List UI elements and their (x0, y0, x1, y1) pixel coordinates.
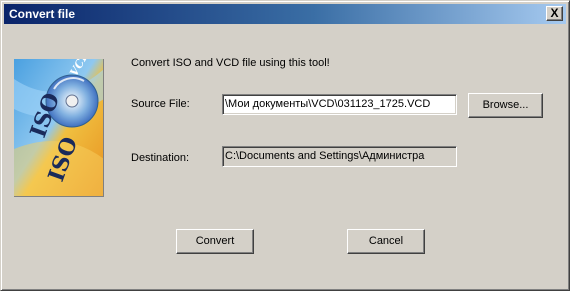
close-button[interactable]: X (546, 6, 563, 21)
window-title: Convert file (9, 7, 76, 21)
convert-button[interactable]: Convert (176, 229, 254, 254)
source-file-label: Source File: (131, 98, 190, 110)
source-file-input[interactable]: \Мои документы\VCD\031123_1725.VCD (222, 94, 457, 115)
browse-button[interactable]: Browse... (468, 93, 543, 118)
destination-field: C:\Documents and Settings\Администра (222, 146, 457, 167)
cancel-button[interactable]: Cancel (347, 229, 425, 254)
convert-file-dialog: Convert file X VCD ISO ISO Convert ISO a… (0, 0, 570, 291)
description-text: Convert ISO and VCD file using this tool… (131, 57, 330, 69)
iso-vcd-logo: VCD ISO ISO (14, 59, 104, 197)
close-icon: X (550, 6, 559, 20)
title-bar[interactable]: Convert file X (4, 4, 566, 24)
logo-graphic: VCD ISO ISO (14, 59, 103, 196)
destination-label: Destination: (131, 152, 190, 164)
